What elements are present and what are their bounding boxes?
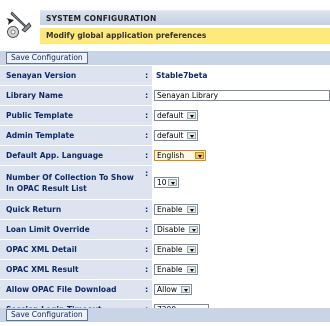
admin-template-select[interactable]: default xyxy=(154,130,198,141)
select-value: Disable xyxy=(157,225,185,234)
chevron-down-icon xyxy=(189,226,198,233)
form-row-loan-limit-override: Loan Limit Override : Disable xyxy=(0,220,330,240)
field-label: Loan Limit Override xyxy=(6,225,90,234)
library-name-input[interactable]: Senayan Library xyxy=(154,90,330,101)
field-label: Senayan Version xyxy=(6,71,77,80)
label-separator: : xyxy=(145,205,149,214)
field-label: Default App. Language xyxy=(6,151,104,160)
chevron-down-icon xyxy=(187,266,196,273)
field-label: OPAC XML Result xyxy=(6,265,79,274)
select-value: Enable xyxy=(157,265,183,274)
select-value: default xyxy=(157,131,184,140)
language-select[interactable]: English xyxy=(154,150,206,161)
field-label: Allow OPAC File Download xyxy=(6,285,117,294)
form-row-opac-file-download: Allow OPAC File Download : Allow xyxy=(0,280,330,300)
label-separator: : xyxy=(145,131,149,140)
chevron-down-icon xyxy=(181,286,190,293)
chevron-down-icon xyxy=(187,132,196,139)
chevron-down-icon xyxy=(195,152,204,159)
form-row-public-template: Public Template : default xyxy=(0,106,330,126)
select-value: English xyxy=(157,151,185,160)
label-separator: : xyxy=(145,265,149,274)
select-value: Allow xyxy=(157,285,178,294)
quick-return-select[interactable]: Enable xyxy=(154,204,198,215)
form-row-language: Default App. Language : English xyxy=(0,146,330,166)
form-row-quick-return: Quick Return : Enable xyxy=(0,200,330,220)
select-value: 10 xyxy=(157,178,167,187)
select-value: Enable xyxy=(157,245,183,254)
bottom-toolbar: Save Configuration xyxy=(0,308,330,322)
field-label: Admin Template xyxy=(6,131,75,140)
opac-xml-detail-select[interactable]: Enable xyxy=(154,244,198,255)
form-row-library-name: Library Name : Senayan Library xyxy=(0,86,330,106)
top-toolbar: Save Configuration xyxy=(0,51,330,65)
form-row-opac-result-count: Number Of Collection To Show In OPAC Res… xyxy=(0,166,330,200)
chevron-down-icon xyxy=(168,179,177,186)
page-subtitle: Modify global application preferences xyxy=(40,28,330,44)
version-value: Stable7beta xyxy=(156,71,208,80)
wrench-gear-icon xyxy=(6,11,32,38)
public-template-select[interactable]: default xyxy=(154,110,198,121)
chevron-down-icon xyxy=(187,206,196,213)
form-row-admin-template: Admin Template : default xyxy=(0,126,330,146)
label-separator: : xyxy=(145,111,149,120)
page-header: SYSTEM CONFIGURATION Modify global appli… xyxy=(0,0,330,48)
select-value: default xyxy=(157,111,184,120)
form-row-version: Senayan Version : Stable7beta xyxy=(0,66,330,86)
loan-limit-override-select[interactable]: Disable xyxy=(154,224,200,235)
save-configuration-button-top[interactable]: Save Configuration xyxy=(6,52,88,64)
form-row-opac-xml-result: OPAC XML Result : Enable xyxy=(0,260,330,280)
label-separator: : xyxy=(145,71,149,80)
save-configuration-button-bottom[interactable]: Save Configuration xyxy=(6,309,88,321)
page-title: SYSTEM CONFIGURATION xyxy=(40,10,330,25)
label-separator: : xyxy=(145,245,149,254)
label-separator: : xyxy=(145,169,149,178)
chevron-down-icon xyxy=(187,112,196,119)
form-row-opac-xml-detail: OPAC XML Detail : Enable xyxy=(0,240,330,260)
chevron-down-icon xyxy=(187,246,196,253)
field-label: Public Template xyxy=(6,111,74,120)
field-label: OPAC XML Detail xyxy=(6,245,77,254)
label-separator: : xyxy=(145,151,149,160)
field-label: Number Of Collection To Show In OPAC Res… xyxy=(6,172,134,193)
opac-file-download-select[interactable]: Allow xyxy=(154,284,192,295)
opac-result-count-select[interactable]: 10 xyxy=(154,177,179,188)
field-label: Library Name xyxy=(6,91,63,100)
label-separator: : xyxy=(145,285,149,294)
opac-xml-result-select[interactable]: Enable xyxy=(154,264,198,275)
select-value: Enable xyxy=(157,205,183,214)
field-label: Quick Return xyxy=(6,205,62,214)
label-separator: : xyxy=(145,91,149,100)
label-separator: : xyxy=(145,225,149,234)
